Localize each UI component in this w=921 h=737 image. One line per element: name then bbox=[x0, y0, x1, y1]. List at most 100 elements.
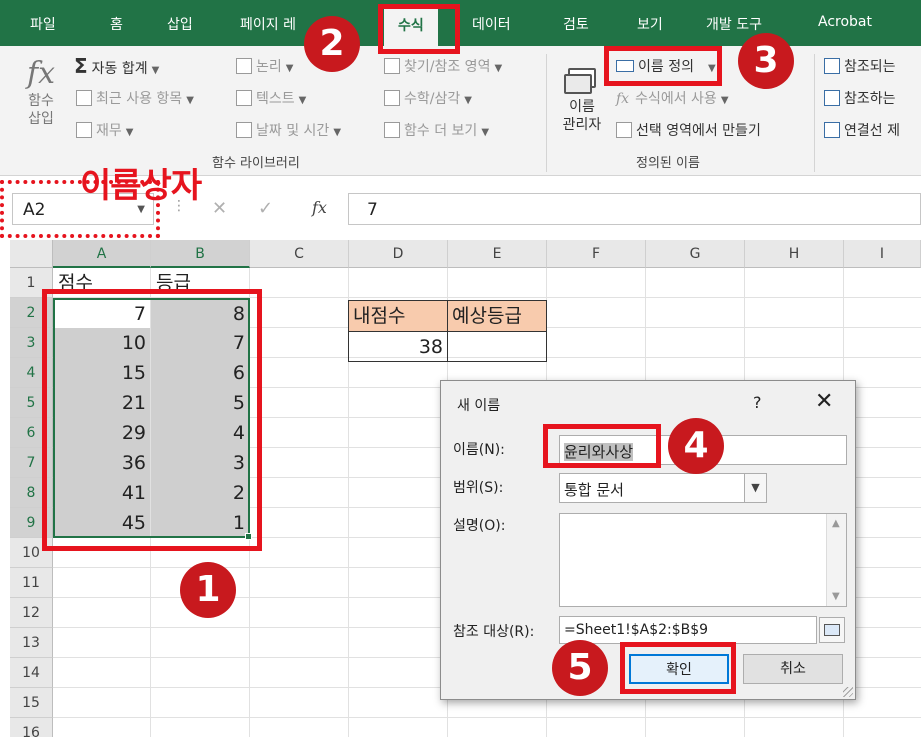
cancel-icon[interactable]: ✕ bbox=[212, 198, 227, 219]
chevron-down-icon: ▼ bbox=[494, 63, 503, 74]
column-header-c[interactable]: C bbox=[250, 240, 349, 268]
insert-function-icon[interactable]: fx bbox=[312, 198, 327, 217]
define-name-highlight bbox=[604, 46, 722, 86]
cell-e3[interactable] bbox=[447, 331, 547, 362]
chevron-down-icon: ▼ bbox=[125, 127, 134, 138]
trace-dependents-label: 참조하는 bbox=[844, 91, 896, 107]
insert-function-button[interactable]: fx 함수 삽입 bbox=[16, 56, 66, 128]
text-icon bbox=[236, 90, 252, 106]
tab-acrobat[interactable]: Acrobat bbox=[818, 14, 872, 30]
trace-precedents-icon bbox=[824, 58, 840, 74]
column-header-h[interactable]: H bbox=[745, 240, 844, 268]
name-field-label: 이름(N): bbox=[453, 442, 505, 458]
tab-insert[interactable]: 삽입 bbox=[167, 14, 193, 34]
column-header-b[interactable]: B bbox=[151, 240, 250, 268]
cell-e2[interactable]: 예상등급 bbox=[447, 300, 547, 332]
close-icon[interactable]: ✕ bbox=[815, 389, 833, 414]
dialog-title: 새 이름 bbox=[457, 398, 501, 414]
scroll-up-icon[interactable]: ▲ bbox=[832, 518, 840, 529]
gridline bbox=[53, 717, 921, 718]
formulas-tab-highlight bbox=[378, 4, 460, 54]
chevron-down-icon[interactable]: ▼ bbox=[744, 474, 766, 502]
range-select-icon bbox=[824, 624, 840, 636]
column-header-f[interactable]: F bbox=[547, 240, 646, 268]
resize-grip[interactable] bbox=[843, 687, 853, 697]
step-badge-4: 4 bbox=[668, 418, 724, 474]
tab-data[interactable]: 데이터 bbox=[472, 14, 511, 34]
math-label: 수학/삼각 bbox=[404, 91, 461, 107]
recent-functions-button[interactable]: 최근 사용 항목 ▼ bbox=[76, 88, 194, 108]
autosum-button[interactable]: Σ 자동 합계 ▼ bbox=[74, 54, 159, 78]
range-select-button[interactable] bbox=[819, 617, 845, 643]
tab-home[interactable]: 홈 bbox=[110, 14, 123, 34]
tab-file[interactable]: 파일 bbox=[30, 14, 56, 34]
row-header-13[interactable]: 13 bbox=[10, 628, 53, 658]
logical-functions-button[interactable]: 논리 ▼ bbox=[236, 56, 293, 76]
trace-dependents-button[interactable]: 참조하는 bbox=[824, 88, 896, 108]
use-in-formula-button[interactable]: 𝑓x 수식에서 사용 ▼ bbox=[616, 88, 729, 108]
remove-arrows-button[interactable]: 연결선 제 bbox=[824, 120, 900, 140]
cell-d2[interactable]: 내점수 bbox=[348, 300, 448, 332]
chevron-down-icon: ▼ bbox=[464, 95, 472, 106]
chevron-down-icon: ▼ bbox=[186, 95, 194, 106]
select-all-corner[interactable] bbox=[10, 240, 53, 268]
use-in-formula-label: 수식에서 사용 bbox=[635, 91, 717, 107]
name-manager-icon bbox=[554, 60, 610, 98]
column-header-d[interactable]: D bbox=[349, 240, 448, 268]
chevron-down-icon: ▼ bbox=[298, 95, 307, 106]
create-from-selection-button[interactable]: 선택 영역에서 만들기 bbox=[616, 120, 761, 140]
group-divider bbox=[814, 54, 815, 172]
comment-textarea[interactable]: ▲ ▼ bbox=[559, 513, 847, 607]
column-header-i[interactable]: I bbox=[844, 240, 921, 268]
enter-icon[interactable]: ✓ bbox=[258, 198, 273, 219]
group-divider bbox=[546, 54, 547, 172]
more-functions-button[interactable]: 함수 더 보기 ▼ bbox=[384, 120, 489, 140]
column-header-e[interactable]: E bbox=[448, 240, 547, 268]
trace-dependents-icon bbox=[824, 90, 840, 106]
scroll-down-icon[interactable]: ▼ bbox=[832, 591, 840, 602]
cancel-button[interactable]: 취소 bbox=[743, 654, 843, 684]
lookup-label: 찾기/참조 영역 bbox=[404, 59, 491, 75]
cell-d3[interactable]: 38 bbox=[348, 331, 448, 362]
name-manager-button[interactable]: 이름 관리자 bbox=[554, 60, 610, 134]
lookup-functions-button[interactable]: 찾기/참조 영역 ▼ bbox=[384, 56, 502, 76]
insert-function-label-1: 함수 bbox=[28, 93, 54, 109]
name-field-highlight bbox=[543, 424, 661, 468]
star-icon bbox=[76, 90, 92, 106]
help-icon[interactable]: ? bbox=[753, 393, 762, 412]
chevron-down-icon: ▼ bbox=[333, 127, 342, 138]
book-icon bbox=[76, 122, 92, 138]
financial-functions-button[interactable]: 재무 ▼ bbox=[76, 120, 133, 140]
row-header-11[interactable]: 11 bbox=[10, 568, 53, 598]
step-badge-1: 1 bbox=[180, 562, 236, 618]
trace-precedents-button[interactable]: 참조되는 bbox=[824, 56, 896, 76]
create-from-selection-label: 선택 영역에서 만들기 bbox=[636, 123, 761, 139]
row-header-16[interactable]: 16 bbox=[10, 718, 53, 737]
scope-select[interactable]: 통합 문서 ▼ bbox=[559, 473, 767, 503]
tab-developer[interactable]: 개발 도구 bbox=[706, 14, 762, 34]
row-header-12[interactable]: 12 bbox=[10, 598, 53, 628]
refers-to-field[interactable]: =Sheet1!$A$2:$B$9 bbox=[559, 616, 817, 644]
text-functions-button[interactable]: 텍스트 ▼ bbox=[236, 88, 306, 108]
fx-icon: fx bbox=[26, 56, 56, 91]
insert-function-label-2: 삽입 bbox=[28, 111, 54, 127]
datetime-functions-button[interactable]: 날짜 및 시간 ▼ bbox=[236, 120, 341, 140]
theta-icon bbox=[384, 90, 400, 106]
row-header-15[interactable]: 15 bbox=[10, 688, 53, 718]
tab-review[interactable]: 검토 bbox=[563, 14, 589, 34]
formula-input[interactable]: 7 bbox=[348, 193, 921, 225]
column-header-a[interactable]: A bbox=[53, 240, 151, 268]
column-header-g[interactable]: G bbox=[646, 240, 745, 268]
comment-scrollbar[interactable]: ▲ ▼ bbox=[826, 514, 846, 606]
autosum-label: 자동 합계 bbox=[91, 61, 148, 77]
chevron-down-icon: ▼ bbox=[720, 95, 729, 106]
math-functions-button[interactable]: 수학/삼각 ▼ bbox=[384, 88, 472, 108]
financial-label: 재무 bbox=[96, 123, 122, 139]
refers-to-label: 참조 대상(R): bbox=[453, 624, 535, 640]
namebox-callout: 이름상자 bbox=[80, 166, 202, 206]
tab-page-layout[interactable]: 페이지 레 bbox=[240, 14, 296, 34]
clock-icon bbox=[236, 122, 252, 138]
more-functions-icon bbox=[384, 122, 400, 138]
tab-view[interactable]: 보기 bbox=[637, 14, 663, 34]
row-header-14[interactable]: 14 bbox=[10, 658, 53, 688]
